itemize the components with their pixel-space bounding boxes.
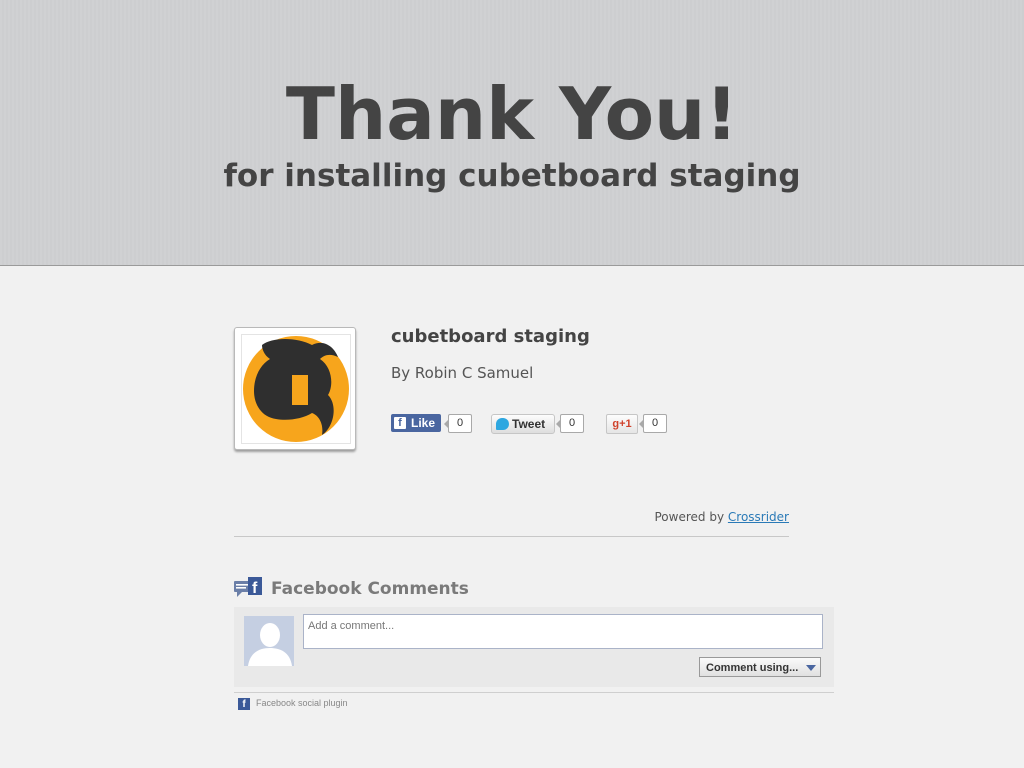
- tweet-count: 0: [556, 414, 584, 433]
- like-count: 0: [444, 414, 472, 433]
- comment-input[interactable]: Add a comment...: [303, 614, 823, 649]
- facebook-icon: f: [238, 698, 250, 710]
- powered-by: Powered by Crossrider: [600, 510, 790, 524]
- app-logo: [234, 327, 356, 450]
- gplus-button[interactable]: g+1: [606, 414, 638, 434]
- gplus-count: 0: [639, 414, 667, 433]
- twitter-bird-icon: [496, 418, 509, 430]
- hero-banner: Thank You! for installing cubetboard sta…: [0, 0, 1024, 266]
- default-user-icon: [244, 616, 294, 666]
- crossrider-link[interactable]: Crossrider: [728, 510, 789, 524]
- facebook-comments-box: Add a comment... Comment using...: [234, 607, 834, 687]
- comment-placeholder: Add a comment...: [308, 620, 395, 632]
- comment-using-label: Comment using...: [706, 662, 799, 674]
- app-name: cubetboard staging: [391, 326, 590, 347]
- facebook-comments-icon: f: [234, 577, 262, 597]
- tweet-label: Tweet: [512, 417, 546, 431]
- app-author: By Robin C Samuel: [391, 364, 534, 382]
- facebook-comments-title: Facebook Comments: [271, 579, 469, 599]
- facebook-like-button[interactable]: f Like: [391, 414, 441, 432]
- plugin-divider: [234, 692, 834, 693]
- app-logo-image: [241, 334, 351, 444]
- svg-text:f: f: [252, 580, 258, 597]
- like-label: Like: [411, 416, 436, 430]
- facebook-icon: f: [394, 417, 406, 429]
- avatar: [244, 616, 294, 666]
- gplus-label: +1: [619, 418, 632, 430]
- tweet-button[interactable]: Tweet: [491, 414, 555, 434]
- section-divider: [234, 536, 789, 537]
- powered-by-label: Powered by: [654, 510, 725, 524]
- plugin-label: Facebook social plugin: [256, 698, 348, 708]
- page-subtitle: for installing cubetboard staging: [223, 158, 801, 194]
- page-title: Thank You!: [285, 72, 739, 156]
- comment-using-dropdown[interactable]: Comment using...: [699, 657, 821, 677]
- chevron-down-icon: [806, 665, 816, 671]
